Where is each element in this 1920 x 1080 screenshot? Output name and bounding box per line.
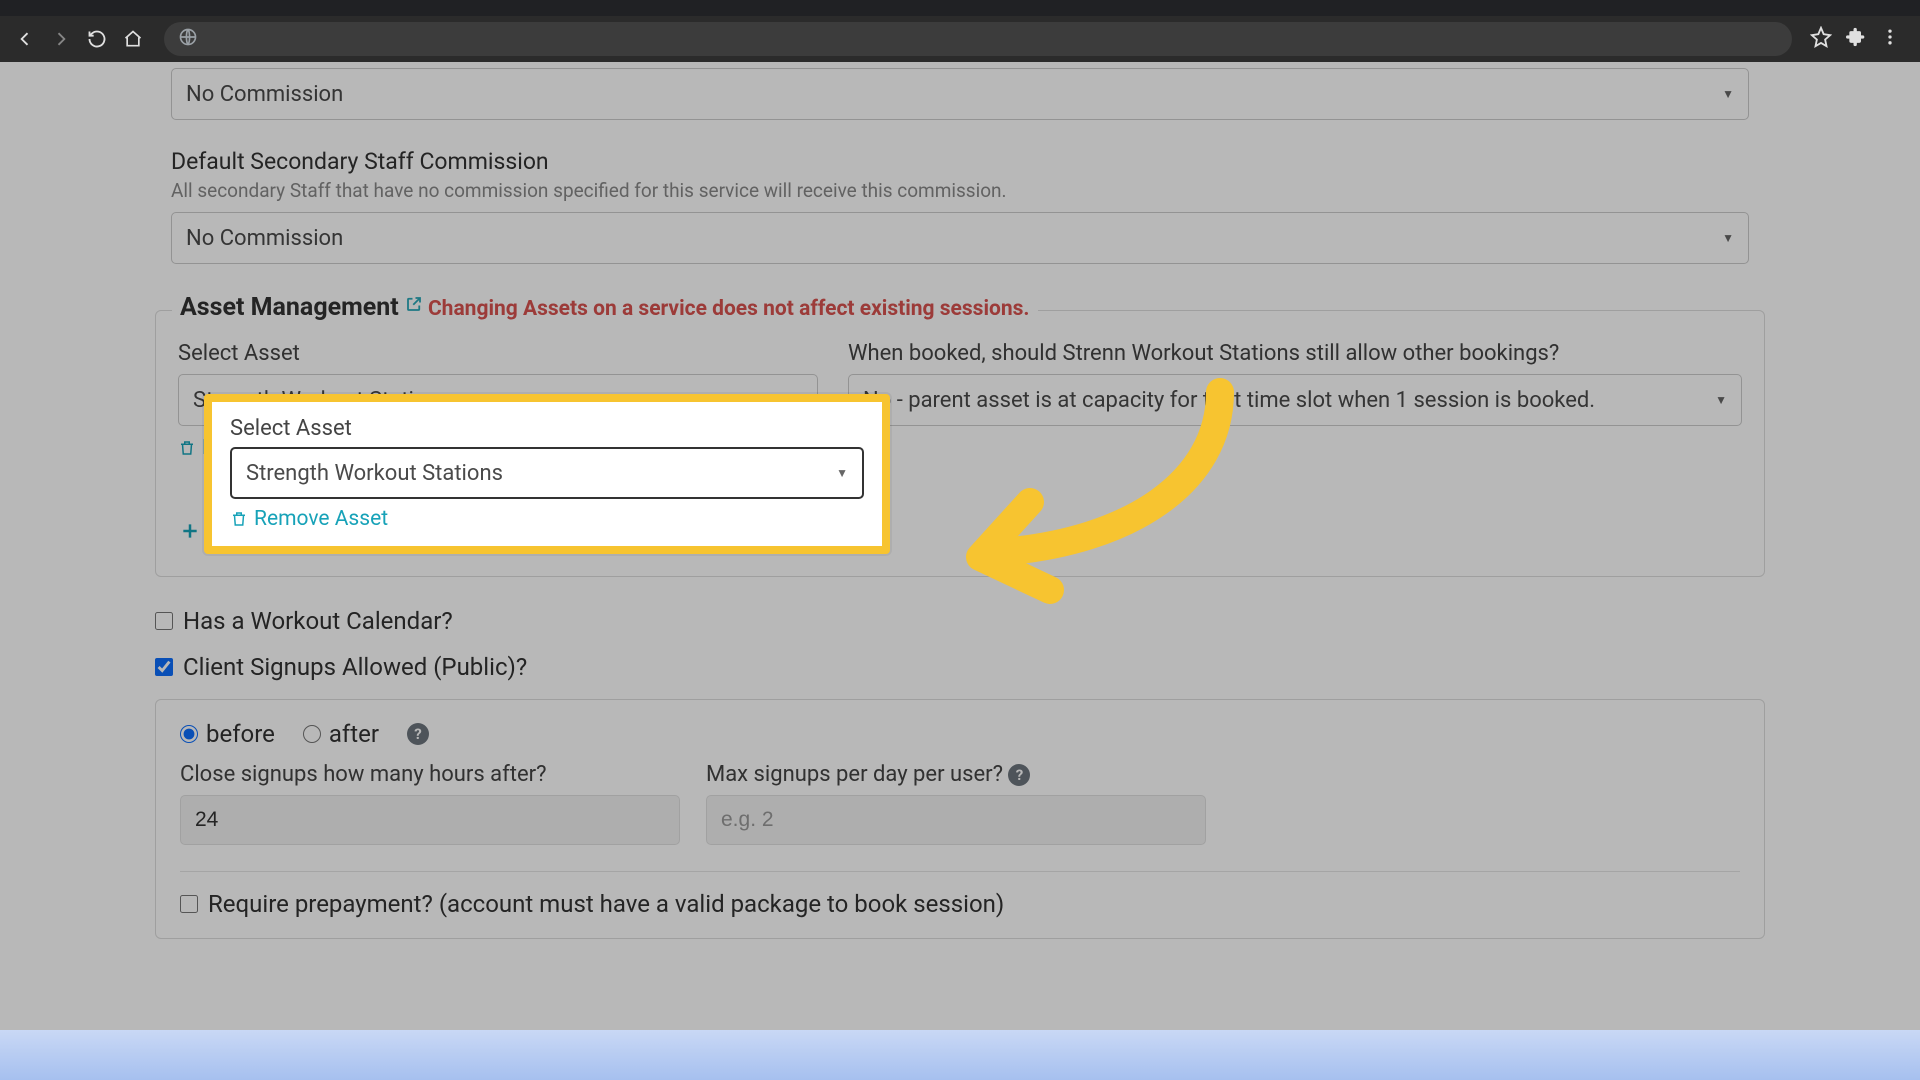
secondary-commission-value: No Commission: [186, 226, 343, 251]
chevron-down-icon: ▼: [1722, 87, 1734, 101]
secondary-commission-hint: All secondary Staff that have no commiss…: [171, 179, 1749, 202]
help-icon[interactable]: ?: [407, 723, 429, 745]
extensions-icon[interactable]: [1846, 27, 1866, 51]
after-radio[interactable]: [303, 725, 321, 743]
spotlight-remove-asset-label: Remove Asset: [254, 507, 388, 531]
before-label: before: [206, 720, 275, 748]
asset-warning-text: Changing Assets on a service does not af…: [428, 297, 1030, 321]
spotlight-select-asset-label: Select Asset: [230, 416, 864, 441]
bookmark-star-icon[interactable]: [1810, 26, 1832, 52]
divider: [180, 871, 1740, 872]
reload-button[interactable]: [84, 26, 110, 52]
chevron-down-icon: ▼: [1715, 393, 1727, 407]
browser-menu-icon[interactable]: [1880, 27, 1900, 51]
secondary-commission-title: Default Secondary Staff Commission: [171, 148, 1749, 175]
asset-management-title: Asset Management Changing Assets on a se…: [172, 293, 1038, 322]
client-signups-checkbox[interactable]: [155, 658, 173, 676]
close-signups-label: Close signups how many hours after?: [180, 762, 680, 787]
globe-icon: [178, 27, 198, 51]
browser-toolbar: [0, 16, 1920, 62]
client-signups-label: Client Signups Allowed (Public)?: [183, 653, 527, 681]
bottom-gradient-strip: [0, 1030, 1920, 1080]
external-link-icon[interactable]: [405, 294, 428, 318]
workout-calendar-label: Has a Workout Calendar?: [183, 607, 453, 635]
booking-question-label: When booked, should Strenn Workout Stati…: [848, 341, 1742, 366]
secondary-commission-select[interactable]: No Commission ▼: [171, 212, 1749, 264]
close-signups-input[interactable]: [180, 795, 680, 845]
forward-button[interactable]: [48, 26, 74, 52]
signup-settings-panel: before after ? Close signups how many ho…: [155, 699, 1765, 939]
booking-behavior-select[interactable]: No - parent asset is at capacity for tha…: [848, 374, 1742, 426]
home-button[interactable]: [120, 26, 146, 52]
url-bar[interactable]: [164, 22, 1792, 56]
require-prepayment-checkbox[interactable]: [180, 895, 198, 913]
max-signups-input[interactable]: [706, 795, 1206, 845]
after-label: after: [329, 720, 379, 748]
tab-bar: [0, 0, 1920, 16]
primary-commission-select[interactable]: No Commission ▼: [171, 68, 1749, 120]
back-button[interactable]: [12, 26, 38, 52]
browser-chrome: [0, 0, 1920, 62]
spotlight-select-asset-value: Strength Workout Stations: [246, 461, 503, 486]
help-icon[interactable]: ?: [1008, 764, 1030, 786]
before-radio[interactable]: [180, 725, 198, 743]
workout-calendar-checkbox[interactable]: [155, 612, 173, 630]
spotlight-remove-asset-link[interactable]: Remove Asset: [230, 507, 388, 531]
tutorial-spotlight: Select Asset Strength Workout Stations ▼…: [204, 394, 890, 554]
spotlight-select-asset-dropdown[interactable]: Strength Workout Stations ▼: [230, 447, 864, 499]
primary-commission-value: No Commission: [186, 82, 343, 107]
chevron-down-icon: ▼: [1722, 231, 1734, 245]
booking-behavior-value: No - parent asset is at capacity for tha…: [863, 388, 1595, 413]
require-prepayment-label: Require prepayment? (account must have a…: [208, 890, 1004, 918]
max-signups-label: Max signups per day per user? ?: [706, 762, 1206, 787]
select-asset-label: Select Asset: [178, 341, 818, 366]
chevron-down-icon: ▼: [836, 466, 848, 480]
